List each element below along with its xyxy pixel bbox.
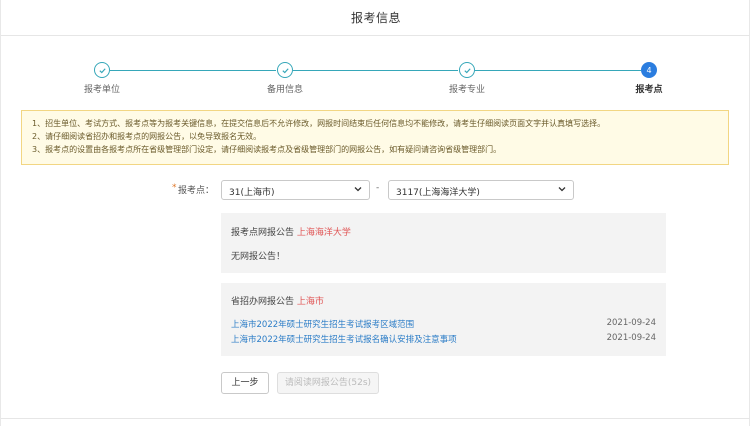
- footer-divider: [1, 418, 750, 419]
- chevron-down-icon: [558, 187, 566, 192]
- check-icon: [94, 62, 110, 78]
- site-announcement-highlight: 上海海洋大学: [296, 228, 351, 238]
- announcement-link[interactable]: 上海市2022年硕士研究生招生考试报考区域范围: [231, 318, 414, 330]
- site-announcement-title-text: 报考点网报公告: [231, 228, 295, 238]
- notice-line: 1、招生单位、考试方式、报考点等为报考关键信息，在提交信息后不允许修改，网报时间…: [32, 119, 606, 128]
- notice-box: 1、招生单位、考试方式、报考点等为报考关键信息，在提交信息后不允许修改，网报时间…: [21, 110, 729, 165]
- step-4: 4 报考点: [609, 62, 689, 95]
- provincial-announcement-panel: 省招办网报公告 上海市 上海市2022年硕士研究生招生考试报考区域范围 2021…: [221, 283, 666, 356]
- province-select[interactable]: 31(上海市): [221, 180, 370, 200]
- check-icon: [459, 62, 475, 78]
- provincial-announcement-title-text: 省招办网报公告: [231, 297, 295, 307]
- step-label: 备用信息: [266, 85, 303, 95]
- provincial-announcement-title: 省招办网报公告 上海市: [231, 294, 324, 307]
- exam-site-select[interactable]: 3117(上海海洋大学): [388, 180, 574, 200]
- chevron-down-icon: [354, 187, 362, 192]
- page-header: 报考信息: [1, 0, 750, 36]
- step-label: 报考单位: [83, 85, 120, 95]
- site-announcement-panel: 报考点网报公告 上海海洋大学 无网报公告！: [221, 213, 666, 273]
- site-announcement-content: 无网报公告！: [231, 252, 286, 262]
- select-separator: -: [376, 183, 380, 193]
- exam-site-label: 报考点：: [178, 186, 215, 196]
- provincial-announcement-highlight: 上海市: [296, 297, 324, 307]
- step-label: 报考专业: [448, 85, 485, 95]
- notice-line: 2、请仔细阅读省招办和报考点的网报公告，以免导致报名无效。: [32, 132, 262, 141]
- announcement-date: 2021-09-24: [606, 333, 656, 343]
- step-1: 报考单位: [62, 62, 142, 95]
- check-icon: [277, 62, 293, 78]
- step-3: 报考专业: [427, 62, 507, 95]
- previous-step-button[interactable]: 上一步: [221, 372, 269, 394]
- exam-site-select-value: 3117(上海海洋大学): [396, 188, 480, 198]
- required-mark: *: [172, 183, 177, 193]
- step-number-badge: 4: [641, 62, 657, 78]
- announcement-date: 2021-09-24: [606, 318, 656, 328]
- step-label: 报考点: [635, 85, 663, 95]
- site-announcement-title: 报考点网报公告 上海海洋大学: [231, 225, 351, 238]
- step-progress: 报考单位 备用信息 报考专业 4 报考点: [1, 58, 750, 98]
- read-announcement-button[interactable]: 请阅读网报公告(52s): [277, 372, 379, 394]
- page-title: 报考信息: [350, 11, 401, 25]
- province-select-value: 31(上海市): [229, 188, 275, 198]
- step-2: 备用信息: [245, 62, 325, 95]
- announcement-link[interactable]: 上海市2022年硕士研究生招生考试报名确认安排及注意事项: [231, 333, 457, 345]
- page: 报考信息 报考单位 备用信息 报考专业 4 报考点 1、招生单位、考试方式、报考…: [0, 0, 750, 426]
- notice-line: 3、报考点的设置由各报考点所在省级管理部门设定，请仔细阅读报考点及省级管理部门的…: [32, 145, 502, 154]
